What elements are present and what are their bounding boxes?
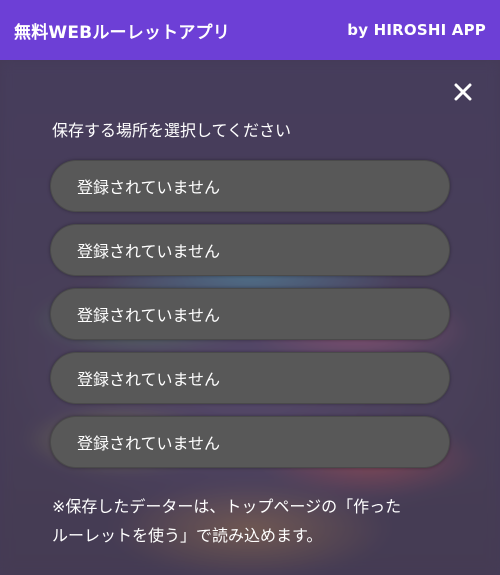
- close-button[interactable]: [448, 77, 478, 107]
- close-icon: [454, 83, 472, 101]
- save-location-prompt: 保存する場所を選択してください: [52, 121, 292, 140]
- save-slot-3[interactable]: 登録されていません: [50, 288, 450, 340]
- app-title: 無料WEBルーレットアプリ: [14, 22, 230, 43]
- save-note: ※保存したデーターは、トップページの「作った ルーレットを使う」で読み込めます。: [52, 492, 472, 550]
- save-note-line-1: ※保存したデーターは、トップページの「作った: [52, 497, 402, 516]
- app-header: 無料WEBルーレットアプリ by HIROSHI APP: [0, 0, 500, 60]
- save-slot-list: 登録されていません 登録されていません 登録されていません 登録されていません …: [50, 160, 450, 480]
- app-screen: 無料WEBルーレットアプリ by HIROSHI APP 保存する場所を選択して…: [0, 0, 500, 575]
- save-slot-2[interactable]: 登録されていません: [50, 224, 450, 276]
- save-slot-5[interactable]: 登録されていません: [50, 416, 450, 468]
- save-slot-1[interactable]: 登録されていません: [50, 160, 450, 212]
- save-slot-4[interactable]: 登録されていません: [50, 352, 450, 404]
- save-note-line-2: ルーレットを使う」で読み込めます。: [52, 526, 323, 545]
- app-credit: by HIROSHI APP: [347, 21, 486, 39]
